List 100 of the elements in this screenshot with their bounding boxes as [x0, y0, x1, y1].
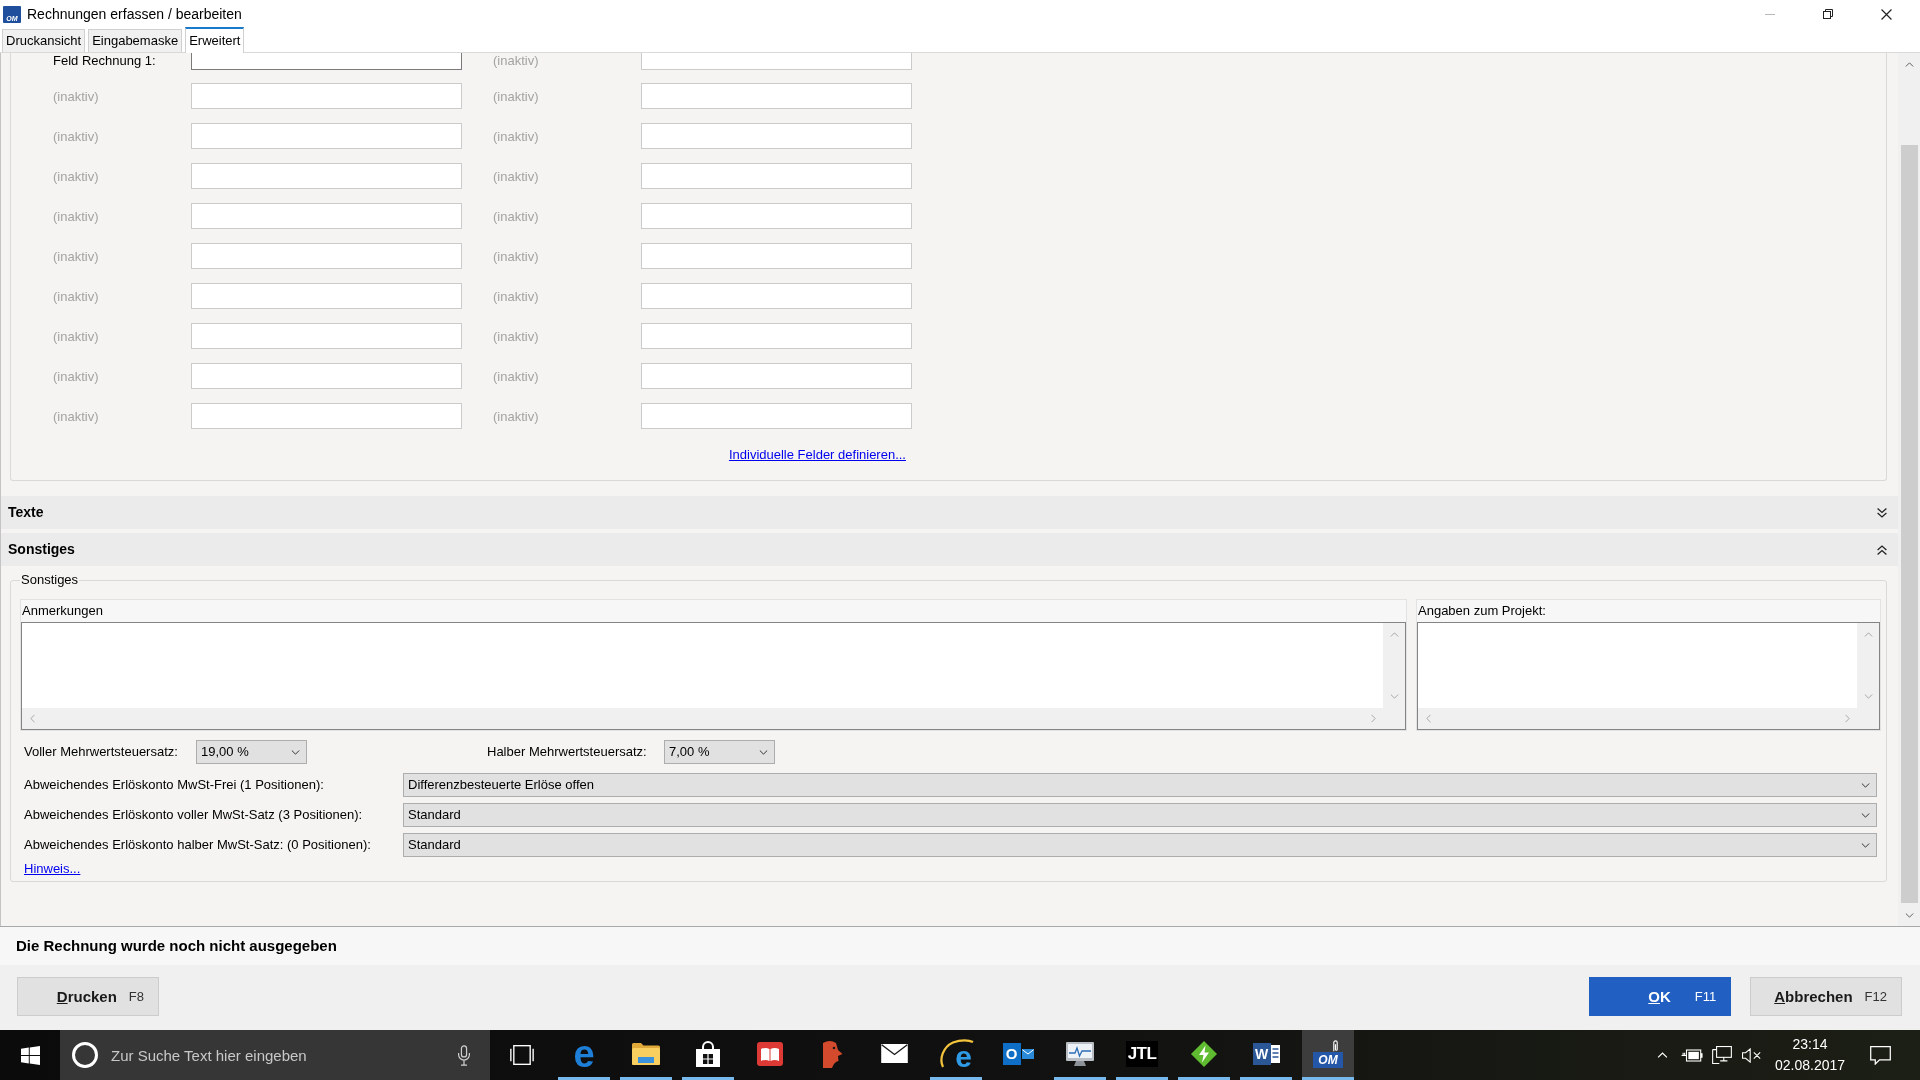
taskbar-button[interactable]: OM	[1302, 1030, 1354, 1080]
text-area[interactable]	[1417, 622, 1880, 730]
chevron-down-icon	[1861, 782, 1870, 788]
secondary-button[interactable]: Drucken F8	[17, 977, 159, 1016]
field-label: (inaktiv)	[53, 408, 100, 424]
tab[interactable]: Eingabemaske	[88, 29, 183, 52]
field-label: (inaktiv)	[493, 128, 540, 144]
field-label: (inaktiv)	[53, 128, 100, 144]
restore-icon[interactable]	[1823, 9, 1833, 19]
chevron-up-icon[interactable]	[1656, 1052, 1668, 1058]
chevron-down-icon	[759, 749, 768, 755]
chevron-down-icon	[1863, 694, 1873, 699]
chevron-down-icon	[291, 749, 300, 755]
minimize-icon[interactable]	[1765, 13, 1775, 15]
book-icon	[757, 1041, 783, 1066]
field-label: (inaktiv)	[493, 368, 540, 384]
input-field[interactable]	[191, 53, 462, 70]
field-label: (inaktiv)	[493, 248, 540, 264]
search-field[interactable]: Zur Suche Text hier eingeben	[111, 1043, 450, 1067]
field-label: (inaktiv)	[493, 88, 540, 104]
tab[interactable]: Druckansicht	[2, 29, 86, 52]
double-chevron-up-icon	[1877, 544, 1887, 555]
clock[interactable]: 23:14 02.08.2017	[1767, 1034, 1853, 1076]
section-header[interactable]: Sonstiges	[1, 533, 1898, 566]
taskbar-button[interactable]: O	[992, 1030, 1044, 1080]
status-message: Die Rechnung wurde noch nicht ausgegeben	[16, 937, 337, 955]
taskbar-button[interactable]: JTL	[1116, 1030, 1168, 1080]
field-label: (inaktiv)	[53, 288, 100, 304]
stacked-windows-icon[interactable]	[509, 1045, 534, 1065]
window-title: Rechnungen erfassen / bearbeiten	[27, 5, 242, 23]
field-label: (inaktiv)	[493, 328, 540, 344]
scrollbar-thumb[interactable]	[1900, 145, 1918, 903]
app-logo: JTL	[1125, 1040, 1159, 1067]
notifications-icon[interactable]	[1869, 1045, 1891, 1065]
field-label: (inaktiv)	[493, 168, 540, 184]
field-label: (inaktiv)	[53, 368, 100, 384]
app-logo: W	[1252, 1042, 1271, 1065]
microphone-icon[interactable]	[458, 1044, 470, 1066]
paperclip-icon	[1332, 1039, 1339, 1052]
chevron-up-icon	[1904, 61, 1914, 67]
dropdown[interactable]: Differenzbesteuerte Erlöse offen	[403, 773, 1877, 797]
tab[interactable]: Erweitert	[185, 27, 245, 53]
taskbar-button[interactable]: W	[1240, 1030, 1292, 1080]
chevron-right-icon	[1371, 714, 1376, 723]
field-label: (inaktiv)	[53, 248, 100, 264]
chevron-left-icon	[30, 714, 35, 723]
group-title: Sonstiges	[20, 572, 80, 588]
taskbar-button[interactable]: e	[558, 1030, 610, 1080]
field-label: Anmerkungen	[21, 602, 104, 620]
text-area[interactable]	[21, 622, 1406, 730]
taskbar-button[interactable]: e	[930, 1030, 982, 1080]
wired-network-icon[interactable]	[1712, 1046, 1732, 1064]
envelope-icon	[1021, 1048, 1034, 1059]
search-bar[interactable]: Zur Suche Text hier eingeben	[60, 1030, 490, 1080]
envelope-icon	[880, 1044, 908, 1063]
swoosh-icon	[938, 1038, 974, 1069]
chevron-up-icon	[1863, 632, 1873, 637]
secondary-button[interactable]: Abbrechen F12	[1750, 977, 1902, 1016]
scrollbar[interactable]	[1898, 53, 1920, 926]
field-label: Abweichendes Erlöskonto MwSt-Frei (1 Positionen):	[24, 777, 324, 793]
ring-icon	[72, 1042, 98, 1068]
dropdown[interactable]: 7,00 %	[664, 740, 775, 764]
profile-head-icon	[821, 1039, 843, 1068]
dropdown[interactable]: Standard	[403, 833, 1877, 857]
field-label: Halber Mehrwertsteuersatz:	[487, 744, 647, 760]
diamond-icon	[1191, 1040, 1217, 1067]
chevron-down-icon	[1861, 812, 1870, 818]
double-chevron-down-icon	[1877, 507, 1887, 518]
field-label: (inaktiv)	[53, 168, 100, 184]
note-link[interactable]: Hinweis...	[24, 861, 81, 876]
folder-icon	[632, 1042, 660, 1065]
chevron-down-icon	[1904, 912, 1914, 918]
field-label: (inaktiv)	[493, 53, 540, 68]
field-label: (inaktiv)	[493, 288, 540, 304]
shopping-bag-icon	[696, 1040, 720, 1067]
field-label: (inaktiv)	[493, 408, 540, 424]
section-header[interactable]: Texte	[1, 496, 1898, 529]
field-label: Feld Rechnung 1:	[53, 53, 157, 68]
dropdown[interactable]: Standard	[403, 803, 1877, 827]
chevron-right-icon	[1845, 714, 1850, 723]
field-label: (inaktiv)	[493, 208, 540, 224]
define-fields-link[interactable]: Individuelle Felder definieren...	[728, 447, 906, 462]
dropdown[interactable]: 19,00 %	[196, 740, 307, 764]
chevron-down-icon	[1389, 694, 1399, 699]
app-logo: OM	[1313, 1051, 1343, 1068]
field-label: Angaben zum Projekt:	[1417, 602, 1547, 620]
chevron-up-icon	[1389, 632, 1399, 637]
chevron-left-icon	[1426, 714, 1431, 723]
field-label: (inaktiv)	[53, 328, 100, 344]
field-label: (inaktiv)	[53, 208, 100, 224]
close-icon[interactable]	[1880, 8, 1892, 20]
document-icon	[1270, 1044, 1280, 1063]
battery-icon[interactable]	[1681, 1048, 1703, 1062]
window-panes-icon[interactable]	[20, 1045, 40, 1065]
chevron-down-icon	[1861, 842, 1870, 848]
field-label: Abweichendes Erlöskonto halber MwSt-Satz: (0 Positionen):	[24, 837, 371, 853]
field-label: Abweichendes Erlöskonto voller MwSt-Satz (3 Positionen):	[24, 807, 363, 823]
speaker-muted-icon[interactable]	[1742, 1047, 1762, 1063]
app-logo: O	[1002, 1042, 1021, 1065]
primary-button[interactable]: OK F11	[1589, 977, 1732, 1016]
